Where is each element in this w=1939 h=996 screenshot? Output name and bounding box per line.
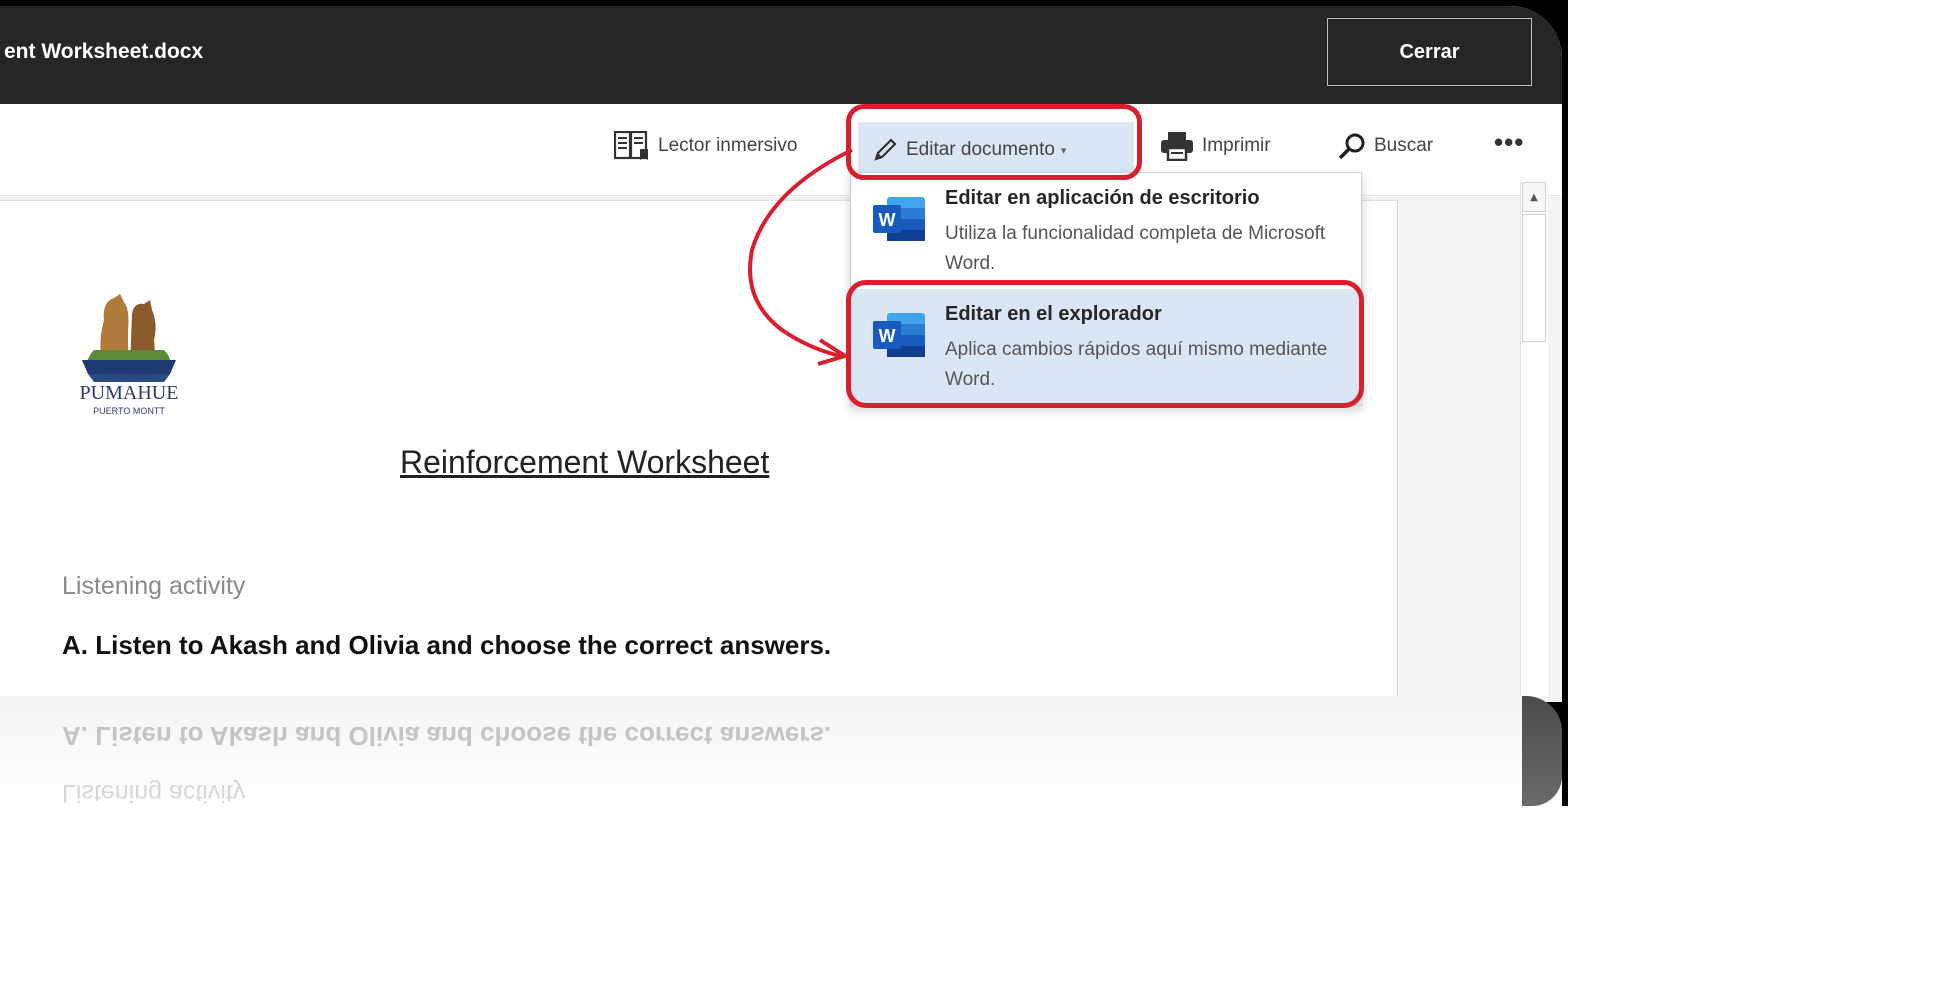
- scroll-up-arrow-icon[interactable]: ▲: [1522, 182, 1546, 212]
- print-button[interactable]: Imprimir: [1160, 126, 1271, 166]
- immersive-reader-button[interactable]: Lector inmersivo: [614, 126, 797, 166]
- search-icon: [1338, 132, 1366, 160]
- immersive-reader-label: Lector inmersivo: [658, 135, 798, 156]
- logo-school-name: PUMAHUE: [79, 382, 179, 404]
- search-label: Buscar: [1374, 135, 1434, 156]
- close-button[interactable]: Cerrar: [1327, 18, 1532, 86]
- section-heading: Listening activity: [62, 572, 246, 600]
- menu-item-title: Editar en aplicación de escritorio: [945, 187, 1260, 209]
- printer-icon: [1160, 131, 1194, 161]
- scrollbar-thumb[interactable]: [1522, 214, 1546, 342]
- svg-text:W: W: [879, 210, 896, 230]
- reflected-window-edge: [1522, 696, 1562, 806]
- logo-location-text: PUERTO MONTT: [93, 406, 165, 416]
- logo-college-text: COLEGIO: [107, 370, 151, 381]
- highlight-edit-button: [846, 104, 1142, 180]
- menu-item-description: Utiliza la funcionalidad completa de Mic…: [945, 223, 1326, 274]
- immersive-reader-icon: [614, 131, 650, 161]
- menu-item-edit-desktop[interactable]: W Editar en aplicación de escritorio Uti…: [851, 173, 1361, 289]
- mirror-reflection: A. Listen to Akash and Olivia and choose…: [0, 696, 1562, 806]
- highlight-browser-option: [846, 280, 1364, 408]
- document-title: ent Worksheet.docx: [4, 40, 204, 63]
- print-label: Imprimir: [1202, 135, 1271, 156]
- search-button[interactable]: Buscar: [1338, 126, 1433, 166]
- word-icon: W: [871, 195, 925, 243]
- more-options-button[interactable]: •••: [1494, 122, 1524, 162]
- title-bar: ent Worksheet.docx Cerrar: [0, 6, 1562, 104]
- reflected-instruction-text: A. Listen to Akash and Olivia and choose…: [62, 721, 832, 751]
- reflected-section-text: Listening activity: [62, 779, 246, 806]
- worksheet-title: Reinforcement Worksheet: [400, 444, 770, 480]
- instruction-text: A. Listen to Akash and Olivia and choose…: [62, 630, 832, 660]
